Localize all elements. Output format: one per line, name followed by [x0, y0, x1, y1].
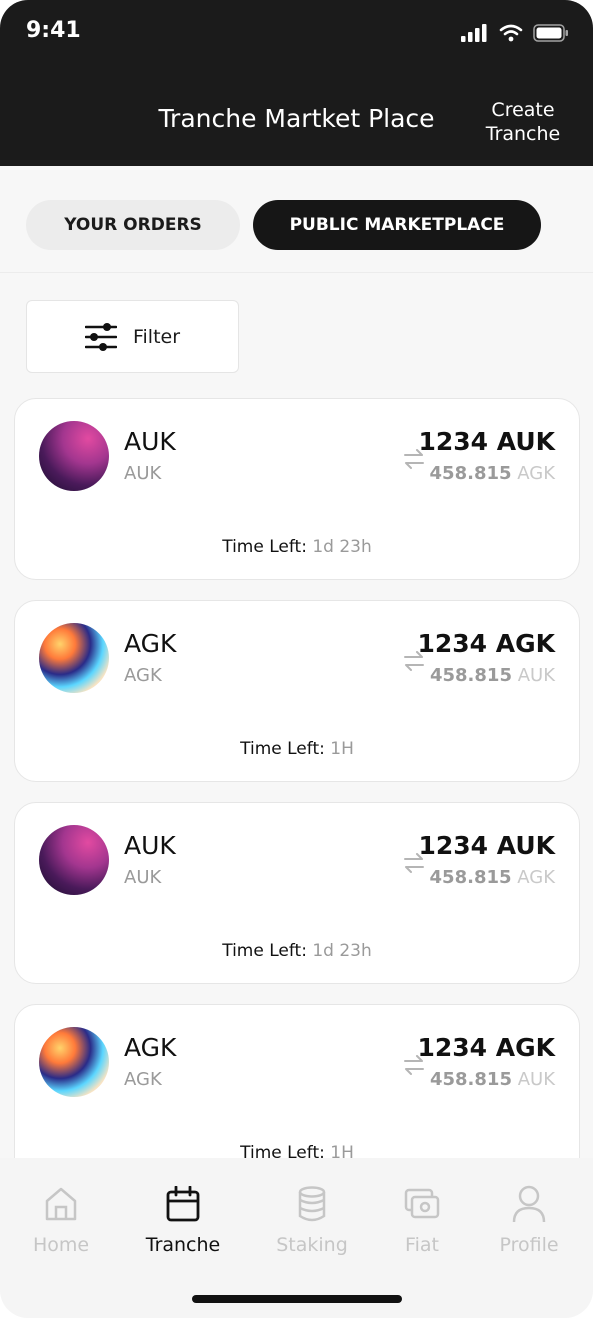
nav-fiat[interactable]: Fiat [372, 1184, 472, 1256]
conversion-currency: AUK [517, 665, 555, 686]
conversion-currency: AGK [517, 463, 555, 484]
time-left-label: Time Left: [240, 739, 325, 759]
time-left-value: 1H [330, 739, 354, 759]
filter-button[interactable]: Filter [26, 300, 239, 373]
signal-icon [461, 24, 487, 42]
token-symbol: AUK [124, 831, 176, 860]
agk-token-icon [39, 1027, 109, 1097]
time-left-value: 1d 23h [312, 537, 372, 557]
conversion: 458.815 AUK [430, 1069, 555, 1090]
order-amount: 1234 AUK [418, 427, 555, 456]
order-amount: 1234 AGK [417, 1033, 555, 1062]
order-amount: 1234 AUK [418, 831, 555, 860]
auk-token-icon [39, 825, 109, 895]
time-left: Time Left: 1d 23h [15, 537, 579, 557]
agk-token-icon [39, 623, 109, 693]
tab-public-marketplace[interactable]: PUBLIC MARKETPLACE [253, 200, 541, 250]
nav-home-label: Home [32, 1234, 90, 1256]
tranche-card[interactable]: AGK AGK 1234 AGK 458.815 AUK Time Left: … [14, 600, 580, 782]
token-subtitle: AUK [124, 867, 162, 888]
time-left-value: 1d 23h [312, 941, 372, 961]
sliders-icon [84, 322, 117, 351]
conversion-value: 458.815 [429, 463, 512, 484]
time-left-label: Time Left: [222, 537, 307, 557]
nav-staking-label: Staking [276, 1234, 348, 1256]
nav-tranche-label: Tranche [145, 1234, 221, 1256]
status-icons [461, 24, 569, 42]
tranche-card[interactable]: AUK AUK 1234 AUK 458.815 AGK Time Left: … [14, 398, 580, 580]
nav-profile[interactable]: Profile [479, 1184, 579, 1256]
time-left: Time Left: 1d 23h [15, 941, 579, 961]
conversion-value: 458.815 [429, 665, 512, 686]
time-left-label: Time Left: [222, 941, 307, 961]
tranche-card[interactable]: AUK AUK 1234 AUK 458.815 AGK Time Left: … [14, 802, 580, 984]
conversion: 458.815 AGK [430, 463, 555, 484]
order-amount: 1234 AGK [417, 629, 555, 658]
tab-bar: YOUR ORDERS PUBLIC MARKETPLACE [26, 200, 541, 250]
battery-icon [533, 24, 568, 42]
time-left: Time Left: 1H [15, 739, 579, 759]
create-tranche-line1: Create [491, 99, 555, 121]
token-symbol: AGK [124, 1033, 177, 1062]
conversion: 458.815 AUK [430, 665, 555, 686]
token-subtitle: AGK [124, 665, 162, 686]
nav-staking[interactable]: Staking [262, 1184, 362, 1256]
top-header: 9:41 Tranche Martket Place Create Tranch… [0, 0, 593, 166]
cash-icon [404, 1188, 440, 1219]
auk-token-icon [39, 421, 109, 491]
coins-stack-icon [298, 1186, 326, 1222]
conversion: 458.815 AGK [430, 867, 555, 888]
nav-profile-label: Profile [499, 1234, 559, 1256]
home-icon [45, 1187, 77, 1221]
token-subtitle: AUK [124, 463, 162, 484]
token-symbol: AGK [124, 629, 177, 658]
divider [0, 272, 593, 273]
user-icon [512, 1185, 546, 1223]
bottom-nav: Home Tranche Staking Fiat Profile [0, 1158, 593, 1318]
calendar-icon [166, 1186, 200, 1222]
app-screen: 9:41 Tranche Martket Place Create Tranch… [0, 0, 593, 1318]
create-tranche-button[interactable]: Create Tranche [478, 98, 568, 146]
conversion-currency: AGK [517, 867, 555, 888]
token-subtitle: AGK [124, 1069, 162, 1090]
nav-tranche[interactable]: Tranche [133, 1184, 233, 1256]
filter-label: Filter [132, 325, 181, 348]
home-indicator [192, 1295, 402, 1303]
tab-your-orders[interactable]: YOUR ORDERS [26, 200, 240, 250]
wifi-icon [499, 24, 523, 42]
conversion-value: 458.815 [429, 867, 512, 888]
create-tranche-line2: Tranche [485, 123, 561, 145]
conversion-value: 458.815 [429, 1069, 512, 1090]
status-time: 9:41 [26, 18, 81, 43]
status-bar: 9:41 [0, 0, 593, 70]
nav-home[interactable]: Home [11, 1184, 111, 1256]
nav-fiat-label: Fiat [405, 1234, 439, 1256]
conversion-currency: AUK [517, 1069, 555, 1090]
token-symbol: AUK [124, 427, 176, 456]
